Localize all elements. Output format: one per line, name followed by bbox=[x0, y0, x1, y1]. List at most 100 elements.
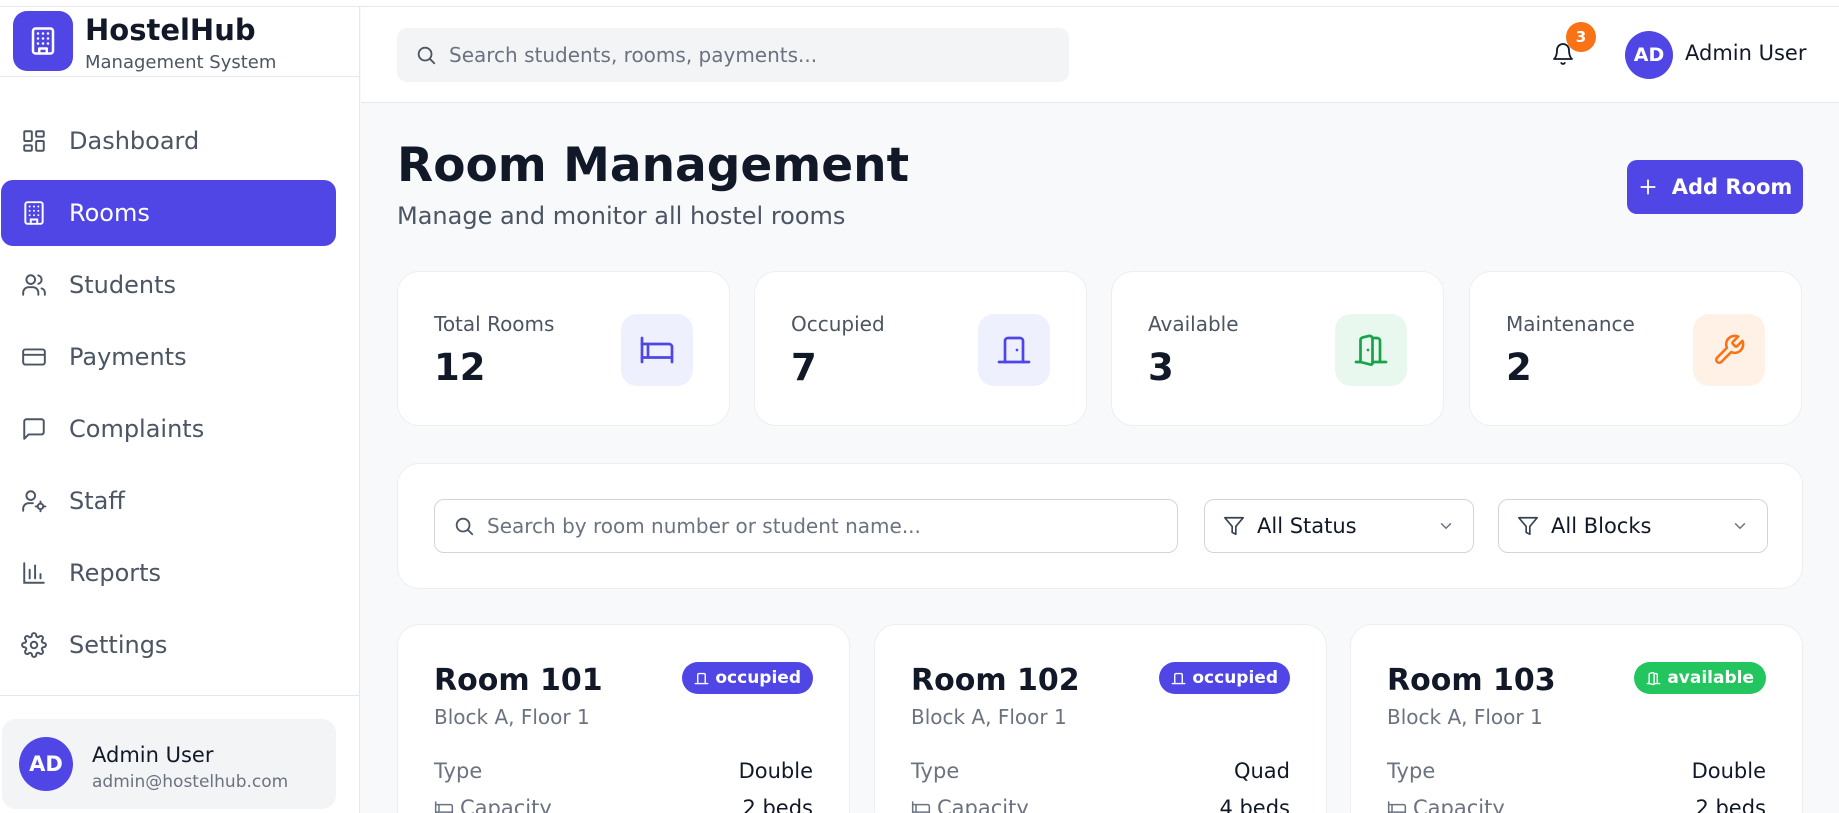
brand-subtitle: Management System bbox=[85, 52, 277, 73]
sidebar-item-label: Reports bbox=[69, 559, 162, 587]
status-badge: available bbox=[1634, 662, 1766, 694]
header-user-name[interactable]: Admin User bbox=[1685, 41, 1806, 65]
chevron-down-icon bbox=[1731, 517, 1749, 535]
sidebar-item-label: Staff bbox=[69, 487, 125, 515]
room-card[interactable]: Room 103 available Block A, Floor 1 Type… bbox=[1350, 624, 1803, 813]
sidebar-item-settings[interactable]: Settings bbox=[1, 612, 336, 678]
sidebar-item-payments[interactable]: Payments bbox=[1, 324, 336, 390]
room-capacity-row: Capacity 2 beds bbox=[434, 796, 813, 813]
add-room-label: Add Room bbox=[1671, 175, 1793, 199]
users-icon bbox=[19, 270, 49, 300]
room-capacity-row: Capacity 4 beds bbox=[911, 796, 1290, 813]
block-filter-select[interactable]: All Blocks bbox=[1498, 499, 1768, 553]
room-card[interactable]: Room 102 occupied Block A, Floor 1 Type … bbox=[874, 624, 1327, 813]
room-capacity-value: 2 beds bbox=[1695, 796, 1766, 813]
stat-value: 7 bbox=[791, 346, 817, 389]
user-name: Admin User bbox=[92, 743, 214, 767]
room-type-row: Type Quad bbox=[911, 759, 1290, 783]
search-placeholder: Search by room number or student name... bbox=[487, 514, 921, 538]
sidebar-user-card[interactable]: AD Admin User admin@hostelhub.com bbox=[2, 719, 336, 809]
stat-card-occupied: Occupied 7 bbox=[754, 271, 1087, 426]
dashboard-icon bbox=[19, 126, 49, 156]
room-name: Room 101 bbox=[434, 663, 603, 698]
room-capacity-row: Capacity 2 beds bbox=[1387, 796, 1766, 813]
sidebar-item-reports[interactable]: Reports bbox=[1, 540, 336, 606]
status-filter-value: All Status bbox=[1257, 514, 1357, 538]
room-type-label: Type bbox=[434, 759, 483, 783]
door-closed-icon bbox=[694, 671, 709, 686]
stat-value: 12 bbox=[434, 346, 486, 389]
bed-icon bbox=[1387, 798, 1407, 813]
stat-value: 3 bbox=[1148, 346, 1174, 389]
room-capacity-value: 4 beds bbox=[1219, 796, 1290, 813]
filter-bar: Search by room number or student name...… bbox=[397, 463, 1803, 589]
search-icon bbox=[453, 515, 475, 537]
bed-icon bbox=[621, 314, 693, 386]
sidebar-item-dashboard[interactable]: Dashboard bbox=[1, 108, 336, 174]
room-capacity-label-wrap: Capacity bbox=[1387, 796, 1505, 813]
stat-label: Occupied bbox=[791, 312, 885, 336]
sidebar-item-label: Complaints bbox=[69, 415, 205, 443]
stat-card-maintenance: Maintenance 2 bbox=[1469, 271, 1802, 426]
header-avatar[interactable]: AD bbox=[1625, 31, 1673, 79]
search-placeholder: Search students, rooms, payments... bbox=[449, 43, 818, 67]
sidebar-item-rooms[interactable]: Rooms bbox=[1, 180, 336, 246]
chevron-down-icon bbox=[1437, 517, 1455, 535]
top-header: Search students, rooms, payments... 3 AD… bbox=[361, 7, 1839, 103]
door-open-icon bbox=[1335, 314, 1407, 386]
bed-icon bbox=[911, 798, 931, 813]
room-capacity-label-wrap: Capacity bbox=[911, 796, 1029, 813]
door-open-icon bbox=[1646, 671, 1661, 686]
status-badge-label: occupied bbox=[715, 668, 801, 688]
room-type-row: Type Double bbox=[1387, 759, 1766, 783]
filter-icon bbox=[1223, 515, 1245, 537]
building-icon bbox=[13, 11, 73, 71]
status-badge: occupied bbox=[1159, 662, 1290, 694]
status-badge-label: available bbox=[1667, 668, 1754, 688]
brand: HostelHub Management System bbox=[0, 7, 359, 77]
room-card[interactable]: Room 101 occupied Block A, Floor 1 Type … bbox=[397, 624, 850, 813]
sidebar-item-label: Payments bbox=[69, 343, 187, 371]
brand-title: HostelHub bbox=[85, 13, 256, 47]
door-closed-icon bbox=[978, 314, 1050, 386]
status-badge-label: occupied bbox=[1192, 668, 1278, 688]
plus-icon bbox=[1638, 177, 1658, 197]
room-capacity-label: Capacity bbox=[937, 796, 1029, 813]
sidebar-item-label: Students bbox=[69, 271, 176, 299]
sidebar-item-label: Dashboard bbox=[69, 127, 200, 155]
gear-icon bbox=[19, 630, 49, 660]
status-filter-select[interactable]: All Status bbox=[1204, 499, 1474, 553]
room-capacity-label: Capacity bbox=[460, 796, 552, 813]
global-search-input[interactable]: Search students, rooms, payments... bbox=[397, 28, 1069, 82]
room-location: Block A, Floor 1 bbox=[911, 705, 1067, 729]
message-square-icon bbox=[19, 414, 49, 444]
status-badge: occupied bbox=[682, 662, 813, 694]
sidebar-item-students[interactable]: Students bbox=[1, 252, 336, 318]
room-name: Room 103 bbox=[1387, 663, 1556, 698]
window-top-border bbox=[0, 0, 1839, 7]
user-email: admin@hostelhub.com bbox=[92, 772, 289, 792]
add-room-button[interactable]: Add Room bbox=[1627, 160, 1803, 214]
room-location: Block A, Floor 1 bbox=[434, 705, 590, 729]
sidebar: HostelHub Management System Dashboard Ro… bbox=[0, 7, 360, 813]
block-filter-value: All Blocks bbox=[1551, 514, 1652, 538]
stat-card-total-rooms: Total Rooms 12 bbox=[397, 271, 730, 426]
room-type-row: Type Double bbox=[434, 759, 813, 783]
room-type-value: Quad bbox=[1233, 759, 1290, 783]
sidebar-item-complaints[interactable]: Complaints bbox=[1, 396, 336, 462]
room-capacity-value: 2 beds bbox=[742, 796, 813, 813]
stat-label: Total Rooms bbox=[434, 312, 555, 336]
room-capacity-label: Capacity bbox=[1413, 796, 1505, 813]
filter-icon bbox=[1517, 515, 1539, 537]
notification-badge: 3 bbox=[1566, 22, 1596, 52]
bar-chart-icon bbox=[19, 558, 49, 588]
stat-label: Maintenance bbox=[1506, 312, 1635, 336]
sidebar-item-label: Rooms bbox=[69, 199, 150, 227]
bed-icon bbox=[434, 798, 454, 813]
sidebar-item-staff[interactable]: Staff bbox=[1, 468, 336, 534]
stat-label: Available bbox=[1148, 312, 1239, 336]
wrench-icon bbox=[1693, 314, 1765, 386]
room-search-input[interactable]: Search by room number or student name... bbox=[434, 499, 1178, 553]
sidebar-divider bbox=[0, 695, 359, 696]
page-title: Room Management bbox=[397, 138, 910, 193]
